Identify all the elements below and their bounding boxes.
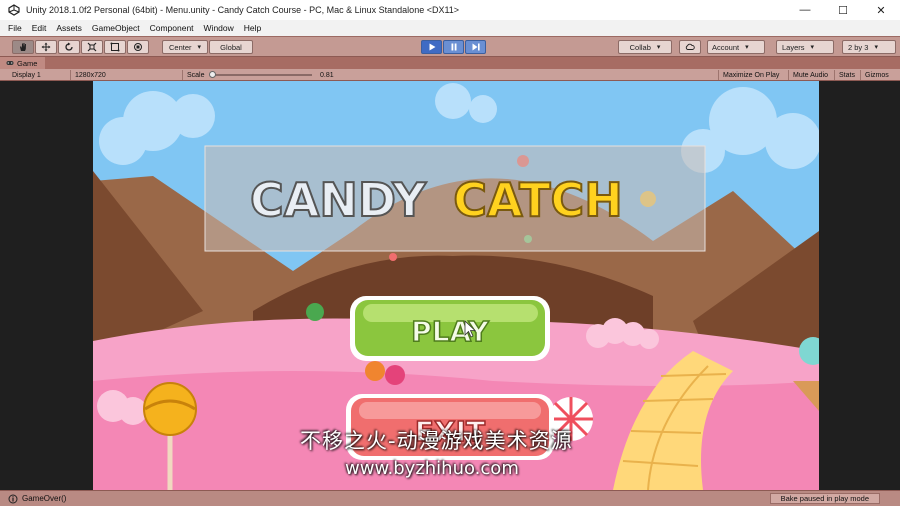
display-dropdown[interactable]: Display 1 bbox=[12, 70, 41, 80]
scale-label: Scale bbox=[182, 70, 209, 80]
rotate-icon bbox=[65, 42, 73, 51]
account-label: Account bbox=[712, 42, 740, 52]
maximize-on-play-toggle[interactable]: Maximize On Play bbox=[718, 70, 783, 80]
bake-status: Bake paused in play mode bbox=[769, 493, 880, 504]
menu-help[interactable]: Help bbox=[244, 23, 261, 33]
lollipop-candy bbox=[143, 382, 197, 436]
transform-tool-button[interactable] bbox=[127, 40, 149, 54]
transform-icon bbox=[134, 43, 142, 51]
title-catch: CATCH bbox=[453, 173, 622, 227]
layers-label: Layers bbox=[782, 42, 805, 52]
menu-window[interactable]: Window bbox=[204, 23, 234, 33]
menu-bar: File Edit Assets GameObject Component Wi… bbox=[0, 20, 900, 36]
stats-toggle[interactable]: Stats bbox=[834, 70, 859, 80]
rect-tool-button[interactable] bbox=[104, 40, 126, 54]
window-title: Unity 2018.1.0f2 Personal (64bit) - Menu… bbox=[26, 5, 460, 15]
play-button[interactable] bbox=[421, 40, 442, 54]
pivot-label: Center bbox=[168, 42, 192, 52]
pause-icon bbox=[451, 43, 456, 51]
game-controller-icon bbox=[6, 61, 14, 65]
tab-game-label: Game bbox=[17, 58, 38, 68]
status-bar: GameOver() Bake paused in play mode bbox=[0, 490, 900, 506]
scale-icon bbox=[87, 42, 97, 52]
watermark-line-2: www.byzhihuo.com bbox=[345, 458, 519, 479]
menu-component[interactable]: Component bbox=[150, 23, 194, 33]
hand-icon bbox=[20, 43, 26, 51]
menu-gameobject[interactable]: GameObject bbox=[92, 23, 140, 33]
cloud-button[interactable] bbox=[679, 40, 701, 54]
game-view-controls: Display 1 1280x720 Scale 0.81 Maximize O… bbox=[0, 69, 900, 81]
space-label: Global bbox=[220, 42, 242, 52]
unity-logo-icon bbox=[8, 4, 20, 16]
account-dropdown[interactable]: Account bbox=[707, 40, 765, 54]
play-menu-button[interactable]: PLAY bbox=[350, 296, 550, 361]
gizmos-dropdown[interactable]: Gizmos bbox=[860, 70, 893, 80]
layout-dropdown[interactable]: 2 by 3 bbox=[842, 40, 896, 54]
resolution-dropdown[interactable]: 1280x720 bbox=[70, 70, 110, 80]
window-title-bar: Unity 2018.1.0f2 Personal (64bit) - Menu… bbox=[0, 0, 900, 20]
collab-label: Collab bbox=[629, 42, 651, 52]
rect-transform-icon bbox=[110, 42, 120, 52]
game-tab-strip: Game bbox=[0, 57, 900, 69]
tab-game[interactable]: Game bbox=[0, 57, 46, 69]
menu-edit[interactable]: Edit bbox=[32, 23, 47, 33]
step-button[interactable] bbox=[465, 40, 486, 54]
play-button-label: PLAY bbox=[411, 315, 489, 348]
minimize-button[interactable]: — bbox=[786, 0, 824, 20]
main-toolbar: Center Global Collab Account Layers 2 by… bbox=[0, 36, 900, 57]
scale-value: 0.81 bbox=[320, 71, 334, 79]
menu-file[interactable]: File bbox=[8, 23, 22, 33]
scale-slider-handle[interactable] bbox=[209, 71, 216, 78]
close-button[interactable]: ✕ bbox=[862, 0, 900, 20]
menu-assets[interactable]: Assets bbox=[56, 23, 82, 33]
hand-tool-button[interactable] bbox=[12, 40, 34, 54]
title-candy: CANDY bbox=[250, 173, 427, 227]
cloud-icon bbox=[685, 43, 695, 50]
scale-tool-button[interactable] bbox=[81, 40, 103, 54]
rotate-tool-button[interactable] bbox=[58, 40, 80, 54]
console-info-icon bbox=[8, 494, 18, 503]
maximize-button[interactable]: ☐ bbox=[824, 0, 862, 20]
scale-slider-track[interactable] bbox=[212, 74, 312, 76]
mute-audio-toggle[interactable]: Mute Audio bbox=[788, 70, 832, 80]
status-message[interactable]: GameOver() bbox=[22, 494, 66, 503]
layout-label: 2 by 3 bbox=[848, 42, 869, 52]
watermark-line-1: 不移之火-动漫游戏美术资源 bbox=[300, 429, 573, 453]
step-icon bbox=[472, 43, 480, 51]
play-icon bbox=[429, 43, 435, 51]
global-local-toggle[interactable]: Global bbox=[209, 40, 253, 54]
move-arrows-icon bbox=[41, 42, 51, 52]
pause-button[interactable] bbox=[443, 40, 464, 54]
pivot-center-toggle[interactable]: Center bbox=[162, 40, 208, 54]
layers-dropdown[interactable]: Layers bbox=[776, 40, 834, 54]
collab-dropdown[interactable]: Collab bbox=[618, 40, 672, 54]
move-tool-button[interactable] bbox=[35, 40, 57, 54]
